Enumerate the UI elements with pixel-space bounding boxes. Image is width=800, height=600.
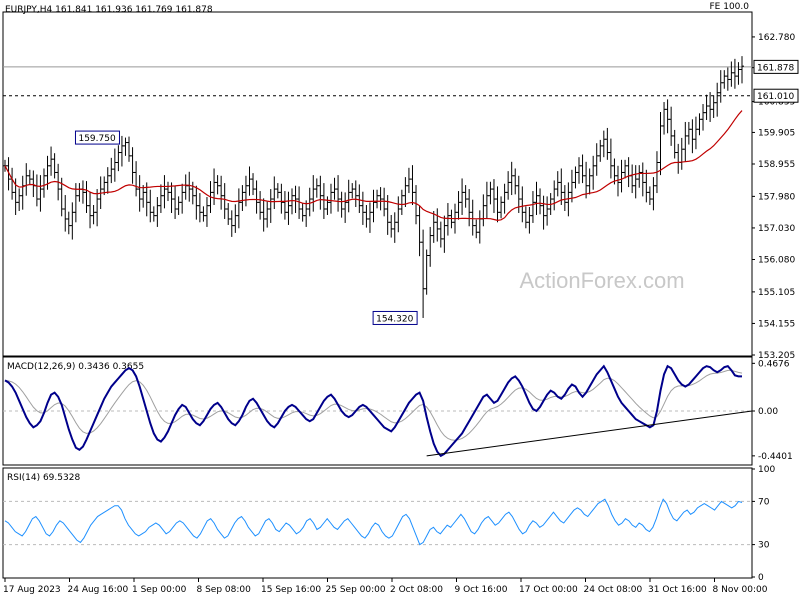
x-tick-label: 1 Sep 00:00	[132, 585, 187, 595]
x-tick-label: 24 Aug 16:00	[68, 585, 129, 595]
rsi-y-tick-label: 100	[758, 465, 775, 475]
x-tick-label: 8 Sep 08:00	[197, 585, 252, 595]
annotation-high-label: 159.750	[78, 134, 115, 144]
level-price-label: 161.010	[757, 92, 794, 102]
macd-y-tick-label: 0.4676	[758, 359, 790, 369]
current-price-label: 161.878	[757, 63, 794, 73]
rsi-y-tick-label: 70	[758, 497, 770, 507]
price-y-tick-label: 156.080	[758, 255, 795, 265]
macd-y-tick-label: 0.00	[758, 407, 778, 417]
corner-label: FE 100.0	[710, 2, 750, 12]
rsi-y-tick-label: 30	[758, 541, 770, 551]
macd-y-tick-label: -0.4401	[758, 452, 793, 462]
annotation-high: 159.750	[74, 130, 120, 145]
chart-background	[0, 0, 800, 600]
x-tick-label: 2 Oct 08:00	[390, 585, 443, 595]
macd-panel-title: MACD(12,26,9) 0.3436 0.3655	[7, 362, 144, 372]
watermark: ActionForex.com	[519, 268, 684, 293]
current-price-box: 161.878	[753, 59, 799, 74]
level-price-box: 161.010	[753, 88, 799, 103]
x-tick-label: 24 Oct 08:00	[584, 585, 643, 595]
annotation-low-label: 154.320	[376, 314, 413, 324]
x-tick-label: 8 Nov 00:00	[713, 585, 768, 595]
x-tick-label: 25 Sep 00:00	[326, 585, 386, 595]
price-y-tick-label: 155.105	[758, 288, 795, 298]
x-tick-label: 17 Oct 00:00	[519, 585, 578, 595]
price-y-tick-label: 162.780	[758, 33, 795, 43]
rsi-y-tick-label: 0	[758, 573, 764, 583]
rsi-panel-title: RSI(14) 69.5328	[7, 473, 80, 483]
x-tick-label: 17 Aug 2023	[3, 585, 61, 595]
price-y-tick-label: 159.905	[758, 128, 795, 138]
x-tick-label: 9 Oct 16:00	[455, 585, 508, 595]
price-y-tick-label: 157.030	[758, 224, 795, 234]
eurjpy-chart: EURJPY,H4 161.841 161.936 161.769 161.87…	[0, 0, 800, 600]
annotation-low: 154.320	[372, 310, 418, 325]
x-tick-label: 15 Sep 16:00	[261, 585, 321, 595]
price-panel-title: EURJPY,H4 161.841 161.936 161.769 161.87…	[5, 5, 213, 15]
x-tick-label: 31 Oct 16:00	[648, 585, 707, 595]
price-y-tick-label: 157.980	[758, 192, 795, 202]
price-y-tick-label: 158.955	[758, 160, 795, 170]
price-y-tick-label: 154.155	[758, 319, 795, 329]
